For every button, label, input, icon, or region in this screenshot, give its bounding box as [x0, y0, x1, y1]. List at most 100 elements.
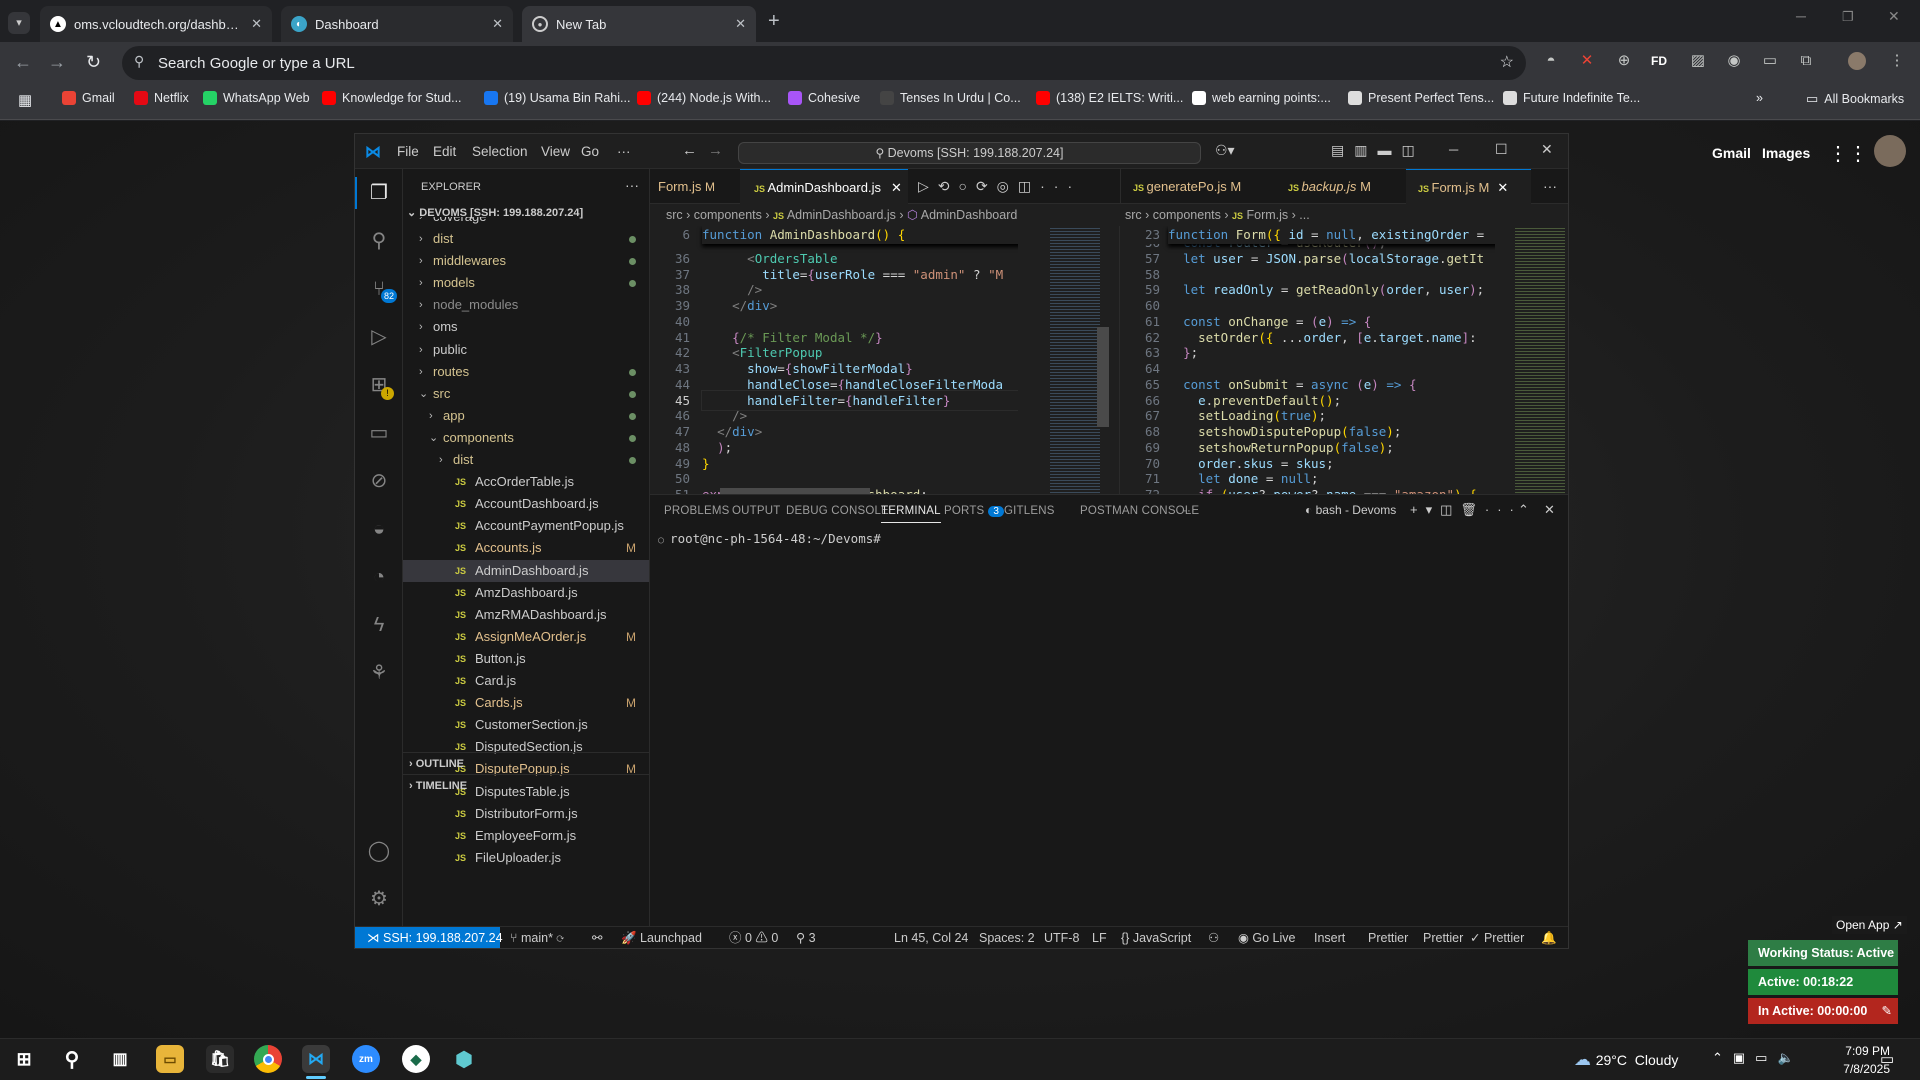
breadcrumb-item[interactable]: AdminDashboard.js — [787, 208, 896, 222]
indentation[interactable]: Spaces: 2 — [979, 927, 1035, 948]
browser-tab-newtab[interactable]: ● New Tab ✕ — [522, 6, 756, 42]
chrome-menu-icon[interactable]: ⋮ — [1888, 52, 1906, 70]
panel-tab[interactable]: PORTS 3 — [944, 505, 1005, 517]
google-gmail-link[interactable]: Gmail — [1712, 145, 1751, 161]
code-editor-left[interactable]: 6function AdminDashboard() {35 <div clas… — [650, 226, 1018, 494]
editor-tab-form-left[interactable]: Form.js M — [650, 169, 740, 204]
tree-item[interactable]: JS AmzDashboard.js — [403, 582, 649, 604]
tray-icons[interactable]: ⌃▣▭🔈 — [1712, 1050, 1804, 1066]
scrollbar-left[interactable] — [1097, 327, 1109, 427]
vscode-taskbar-icon[interactable]: ⋈ — [302, 1045, 330, 1073]
tree-item[interactable]: JS CustomerSection.js — [403, 714, 649, 736]
extensions-puzzle-icon[interactable]: ⧉ — [1797, 52, 1815, 70]
ms-store-icon[interactable]: 🛍 — [206, 1045, 234, 1073]
code-line[interactable]: function AdminDashboard() { — [702, 226, 1018, 244]
close-tab-icon[interactable]: ✕ — [492, 16, 503, 32]
panel-tab[interactable]: OUTPUT — [732, 505, 780, 517]
panel-tab[interactable]: GITLENS — [1004, 505, 1055, 517]
google-images-link[interactable]: Images — [1762, 145, 1810, 161]
close-tab-icon[interactable]: ✕ — [1497, 180, 1508, 195]
taskbar-search-icon[interactable]: ⚲ — [58, 1045, 86, 1073]
vs-maximize-icon[interactable]: ☐ — [1495, 141, 1508, 158]
breadcrumb-item[interactable]: Form.js — [1247, 208, 1289, 222]
bookmark-item[interactable]: (19) Usama Bin Rahi... — [484, 91, 630, 105]
editor-more-icon[interactable]: ··· — [1543, 178, 1557, 194]
tree-item[interactable]: › oms — [403, 316, 649, 338]
app-drop-icon[interactable]: ◆ — [402, 1045, 430, 1073]
panel-maximize-icon[interactable]: ⌃ — [1518, 502, 1529, 518]
bookmark-item[interactable]: Knowledge for Stud... — [322, 91, 462, 105]
reload-icon[interactable]: ↻ — [86, 52, 101, 73]
edit-pencil-icon[interactable]: ✎ — [1882, 998, 1892, 1024]
code-line[interactable]: let user = JSON.parse(localStorage.getIt — [1168, 249, 1484, 268]
vs-minimize-icon[interactable]: ─ — [1449, 142, 1458, 157]
extension-x-icon[interactable]: ✕ — [1578, 52, 1596, 70]
extension-glasses-icon[interactable]: ◓ — [1542, 52, 1560, 70]
close-tab-icon[interactable]: ✕ — [891, 180, 902, 195]
explorer-icon[interactable]: ❐ — [367, 181, 391, 205]
file-explorer-icon[interactable]: ▭ — [156, 1045, 184, 1073]
language-mode[interactable]: {} JavaScript — [1121, 927, 1191, 948]
bookmark-item[interactable]: Netflix — [134, 91, 189, 105]
nav-back-icon[interactable]: ← — [682, 142, 697, 159]
timeline-section[interactable]: › TIMELINE — [403, 774, 649, 796]
tree-item[interactable]: › public — [403, 339, 649, 361]
outline-section[interactable]: › OUTLINE — [403, 752, 649, 774]
tree-item[interactable]: JS AccountPaymentPopup.js — [403, 515, 649, 537]
editor-tab-backup[interactable]: JS backup.js M — [1276, 169, 1406, 204]
launchpad-status[interactable]: 🚀 Launchpad — [621, 927, 702, 948]
tree-item[interactable]: JS AccOrderTable.js — [403, 471, 649, 493]
menu-item[interactable]: View — [541, 144, 570, 159]
tree-item[interactable]: ⌄ components — [403, 427, 649, 449]
terminal-output[interactable]: ○ root@nc-ph-1564-48:~/Devoms# — [658, 531, 881, 546]
panel-tab[interactable]: POSTMAN CONSOLE — [1080, 505, 1199, 517]
tree-item[interactable]: JS EmployeeForm.js — [403, 825, 649, 847]
close-window-icon[interactable]: ✕ — [1888, 8, 1900, 25]
code-line[interactable]: } — [702, 454, 710, 473]
bookmark-item[interactable]: (138) E2 IELTS: Writi... — [1036, 91, 1183, 105]
code-line[interactable]: handleFilter={handleFilter} — [701, 389, 1018, 411]
breadcrumb-item[interactable]: ... — [1299, 208, 1309, 222]
google-apps-icon[interactable]: ⋮⋮ — [1828, 141, 1868, 166]
settings-gear-icon[interactable]: ⚙ — [367, 887, 391, 911]
tree-item[interactable]: JS Button.js — [403, 648, 649, 670]
tree-item[interactable]: JS AmzRMADashboard.js — [403, 604, 649, 626]
all-bookmarks[interactable]: ▭ All Bookmarks — [1806, 91, 1904, 107]
code-editor-right[interactable]: 23 function Form({ id = null, existingOrd… — [1120, 226, 1495, 494]
code-line[interactable]: function Form({ id = null, existingOrder… — [1168, 226, 1495, 244]
tree-item[interactable]: › dist — [403, 449, 649, 471]
menu-item[interactable]: Go — [581, 144, 599, 159]
bookmark-item[interactable]: Future Indefinite Te... — [1503, 91, 1640, 105]
git-graph-icon[interactable]: ⊘ — [367, 469, 391, 493]
cursor-position[interactable]: Ln 45, Col 24 — [894, 927, 968, 948]
tree-item[interactable]: JS Card.js — [403, 670, 649, 692]
encoding[interactable]: UTF-8 — [1044, 927, 1079, 948]
google-account-avatar[interactable] — [1874, 135, 1906, 167]
start-button-icon[interactable]: ⊞ — [10, 1045, 38, 1073]
notifications-bell-icon[interactable]: 🔔 — [1541, 927, 1557, 948]
notification-center-icon[interactable]: ▭ — [1880, 1050, 1894, 1068]
tree-item[interactable]: › middlewares — [403, 250, 649, 272]
thunder-client-icon[interactable]: ϟ — [367, 613, 391, 637]
problems-status[interactable]: ⓧ 0 ⚠ 0 — [729, 927, 778, 948]
menu-item[interactable]: Edit — [433, 144, 456, 159]
code-line[interactable]: let readOnly = getReadOnly(order, user); — [1168, 280, 1484, 299]
editor-tab-form-right[interactable]: JS Form.js M ✕ — [1406, 169, 1531, 204]
chrome-taskbar-icon[interactable] — [254, 1045, 282, 1073]
eol[interactable]: LF — [1092, 927, 1107, 948]
tree-item[interactable]: › app — [403, 405, 649, 427]
tree-item[interactable]: JS AdminDashboard.js — [403, 559, 649, 582]
vs-close-icon[interactable]: ✕ — [1541, 141, 1553, 158]
tree-item[interactable]: JS Cards.js M — [403, 692, 649, 714]
menu-item[interactable]: File — [397, 144, 419, 159]
nav-forward-icon[interactable]: → — [708, 142, 723, 159]
panel-tab[interactable]: ··· — [1183, 505, 1195, 517]
run-debug-icon[interactable]: ▷ — [367, 325, 391, 349]
copilot-status-icon[interactable]: ⚇ — [1208, 927, 1219, 948]
extension-globe-icon[interactable]: ⊕ — [1615, 52, 1633, 70]
forward-arrow-icon[interactable]: → — [48, 52, 66, 73]
layout-icons[interactable]: ▤▥▬◫ — [1331, 142, 1425, 159]
app-hex-icon[interactable]: ⬢ — [450, 1045, 478, 1073]
bookmark-item[interactable]: web earning points:... — [1192, 91, 1331, 105]
open-app-link[interactable]: Open App ↗ — [1832, 916, 1907, 934]
